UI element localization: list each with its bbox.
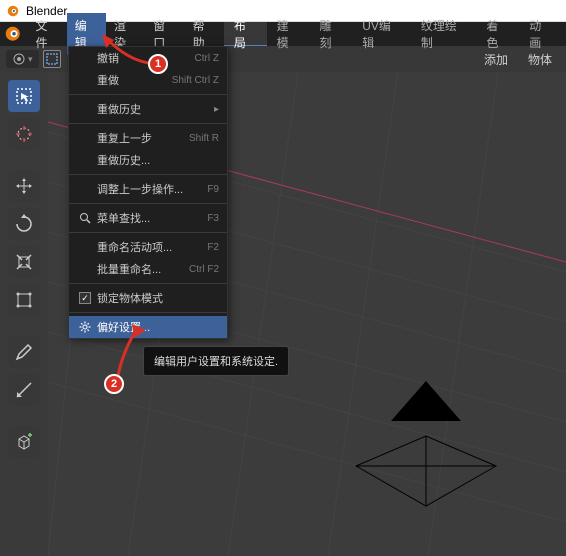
workspace-tabs: 布局 建模 雕刻 UV编辑 纹理绘制 着色 动画 xyxy=(224,22,562,46)
menu-separator xyxy=(69,312,227,313)
menu-separator xyxy=(69,174,227,175)
menu-repeat-last[interactable]: 重复上一步Shift R xyxy=(69,127,227,149)
gear-icon xyxy=(77,321,93,333)
tab-layout[interactable]: 布局 xyxy=(224,22,267,46)
tab-animation[interactable]: 动画 xyxy=(519,22,562,46)
tab-sculpt[interactable]: 雕刻 xyxy=(309,22,352,46)
main-menu-bar: 文件 编辑 渲染 窗口 帮助 布局 建模 雕刻 UV编辑 纹理绘制 着色 动画 xyxy=(0,22,566,46)
annotation-badge-1: 1 xyxy=(148,54,168,74)
search-icon xyxy=(77,212,93,224)
menu-separator xyxy=(69,94,227,95)
tool-scale[interactable] xyxy=(8,246,40,278)
menu-batch-rename[interactable]: 批量重命名...Ctrl F2 xyxy=(69,258,227,280)
tab-shading[interactable]: 着色 xyxy=(476,22,519,46)
annotation-badge-2: 2 xyxy=(104,374,124,394)
menu-preferences[interactable]: 偏好设置... xyxy=(69,316,227,338)
tab-texture-paint[interactable]: 纹理绘制 xyxy=(411,22,477,46)
blender-logo-small xyxy=(6,4,20,18)
menu-separator xyxy=(69,283,227,284)
menu-separator xyxy=(69,203,227,204)
menu-search[interactable]: 菜单查找...F3 xyxy=(69,207,227,229)
mesh-object xyxy=(326,376,526,536)
edit-menu-dropdown: 撤销Ctrl Z 重做Shift Ctrl Z 重做历史 重复上一步Shift … xyxy=(68,46,228,339)
tool-measure[interactable] xyxy=(8,374,40,406)
tool-move[interactable] xyxy=(8,170,40,202)
tool-transform[interactable] xyxy=(8,284,40,316)
menu-redo[interactable]: 重做Shift Ctrl Z xyxy=(69,69,227,91)
menu-rename-active[interactable]: 重命名活动项...F2 xyxy=(69,236,227,258)
checkbox-checked-icon: ✓ xyxy=(77,292,93,304)
menu-separator xyxy=(69,232,227,233)
tab-modeling[interactable]: 建模 xyxy=(267,22,310,46)
menu-adjust-last[interactable]: 调整上一步操作...F9 xyxy=(69,178,227,200)
blender-logo-icon xyxy=(4,25,21,43)
tool-rotate[interactable] xyxy=(8,208,40,240)
tool-annotate[interactable] xyxy=(8,336,40,368)
menu-lock-object-mode[interactable]: ✓锁定物体模式 xyxy=(69,287,227,309)
menu-repeat-history[interactable]: 重做历史... xyxy=(69,149,227,171)
tool-cursor[interactable] xyxy=(8,118,40,150)
menu-file[interactable]: 文件 xyxy=(27,13,66,55)
menu-separator xyxy=(69,123,227,124)
tool-toolbar xyxy=(0,72,48,556)
tool-select-box[interactable] xyxy=(8,80,40,112)
tool-add-cube[interactable] xyxy=(8,426,40,458)
preferences-tooltip: 编辑用户设置和系统设定. xyxy=(143,346,289,376)
menu-undo-history[interactable]: 重做历史 xyxy=(69,98,227,120)
tab-uv-edit[interactable]: UV编辑 xyxy=(352,22,411,46)
